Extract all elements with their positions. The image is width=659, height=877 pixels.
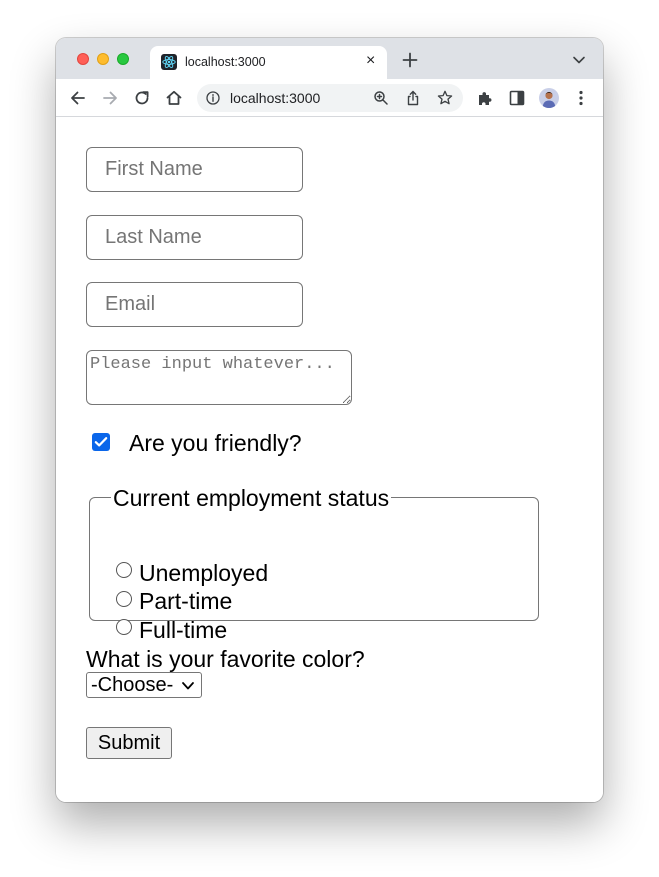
radio-unemployed[interactable] [116, 562, 132, 578]
extensions-puzzle-icon[interactable] [475, 88, 495, 108]
friendly-checkbox[interactable] [92, 433, 110, 451]
bookmark-star-icon[interactable] [437, 90, 453, 106]
tab-strip: localhost:3000 × [56, 38, 603, 79]
home-icon[interactable] [164, 88, 184, 108]
email-input[interactable] [86, 282, 303, 327]
chevron-down-icon [181, 679, 195, 691]
forward-arrow-icon[interactable] [100, 88, 120, 108]
info-icon[interactable] [206, 91, 220, 105]
last-name-input[interactable] [86, 215, 303, 260]
browser-toolbar: localhost:3000 [56, 79, 603, 117]
radio-label-part-time: Part-time [139, 588, 233, 614]
kebab-menu-icon[interactable] [571, 88, 591, 108]
radio-full-time[interactable] [116, 619, 132, 635]
favorite-color-select[interactable]: -Choose- [86, 672, 202, 698]
minimize-window-button[interactable] [97, 53, 109, 65]
side-panel-icon[interactable] [507, 88, 527, 108]
radio-label-full-time: Full-time [139, 617, 228, 643]
friendly-label: Are you friendly? [129, 430, 302, 456]
browser-window: localhost:3000 × localhost:3000 First Na… [56, 38, 603, 802]
active-tab[interactable]: localhost:3000 × [150, 46, 387, 79]
close-tab-icon[interactable]: × [366, 52, 375, 70]
close-window-button[interactable] [77, 53, 89, 65]
tab-title: localhost:3000 [185, 55, 266, 69]
profile-avatar[interactable] [539, 88, 559, 108]
new-tab-icon[interactable] [400, 50, 420, 70]
back-arrow-icon[interactable] [68, 88, 88, 108]
page-content: Are you friendly? Current employment sta… [56, 117, 603, 802]
employment-legend: Current employment status [111, 485, 392, 512]
reload-icon[interactable] [132, 88, 152, 108]
radio-part-time[interactable] [116, 591, 132, 607]
first-name-input[interactable] [86, 147, 303, 192]
comment-textarea[interactable] [86, 350, 352, 405]
address-url[interactable]: localhost:3000 [230, 90, 320, 106]
chevron-down-icon[interactable] [572, 53, 586, 65]
react-icon [161, 54, 177, 70]
share-icon[interactable] [405, 90, 421, 106]
maximize-window-button[interactable] [117, 53, 129, 65]
favorite-color-question: What is your favorite color? [86, 646, 365, 672]
submit-button[interactable]: Submit [86, 727, 172, 759]
zoom-icon[interactable] [373, 90, 389, 106]
select-value: -Choose- [91, 674, 174, 696]
radio-label-unemployed: Unemployed [139, 560, 269, 586]
address-bar[interactable]: localhost:3000 [197, 84, 463, 112]
